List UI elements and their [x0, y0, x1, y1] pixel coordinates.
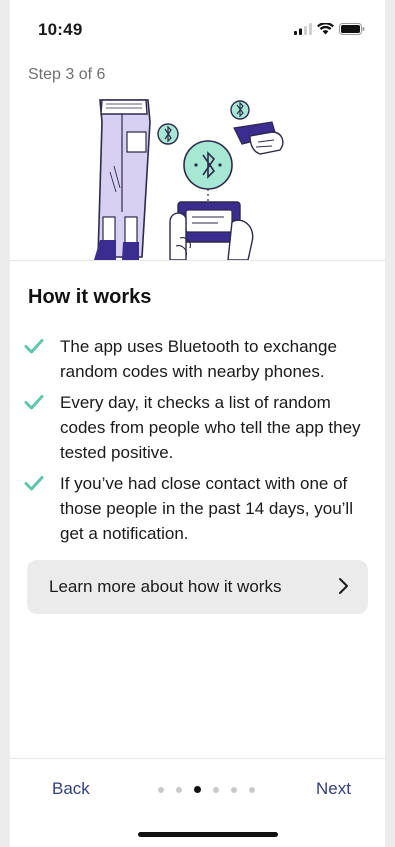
- page-dot: [231, 786, 237, 793]
- bluetooth-icon: [183, 140, 233, 190]
- status-bar: 10:49: [10, 0, 385, 52]
- battery-icon: [339, 22, 365, 40]
- bluetooth-icon: [230, 100, 250, 120]
- status-time: 10:49: [38, 20, 83, 39]
- list-item: Every day, it checks a list of random co…: [24, 390, 371, 465]
- checkmark-icon: [24, 334, 50, 359]
- phone-screen: 10:49 Step 3 of 6 How it works The app u…: [0, 0, 395, 847]
- wifi-icon: [317, 22, 334, 40]
- footer-divider: [10, 758, 385, 759]
- step-indicator: Step 3 of 6: [28, 66, 106, 83]
- page-dot: [213, 786, 219, 793]
- page-title: How it works: [28, 286, 152, 308]
- hero-illustration: [10, 92, 385, 260]
- list-item-text: If you’ve had close contact with one of …: [60, 474, 353, 543]
- cellular-signal-icon: [294, 22, 312, 40]
- page-dot: [176, 786, 182, 793]
- bluetooth-icon: [157, 123, 179, 145]
- status-icons: [294, 22, 365, 40]
- how-it-works-list: The app uses Bluetooth to exchange rando…: [24, 334, 371, 552]
- back-button[interactable]: Back: [52, 779, 90, 799]
- list-item: If you’ve had close contact with one of …: [24, 471, 371, 546]
- next-button[interactable]: Next: [316, 779, 351, 799]
- hero-divider: [10, 260, 385, 261]
- chevron-right-icon: [338, 577, 350, 598]
- list-item-text: The app uses Bluetooth to exchange rando…: [60, 337, 337, 381]
- home-indicator[interactable]: [138, 832, 278, 837]
- page-dot-active: [194, 786, 201, 793]
- learn-more-label: Learn more about how it works: [49, 577, 282, 596]
- list-item-text: Every day, it checks a list of random co…: [60, 393, 361, 462]
- checkmark-icon: [24, 471, 50, 496]
- page-dot: [158, 786, 164, 793]
- page-dot: [249, 786, 255, 793]
- page-indicator: [158, 786, 255, 793]
- list-item: The app uses Bluetooth to exchange rando…: [24, 334, 371, 384]
- checkmark-icon: [24, 390, 50, 415]
- learn-more-button[interactable]: Learn more about how it works: [27, 560, 368, 614]
